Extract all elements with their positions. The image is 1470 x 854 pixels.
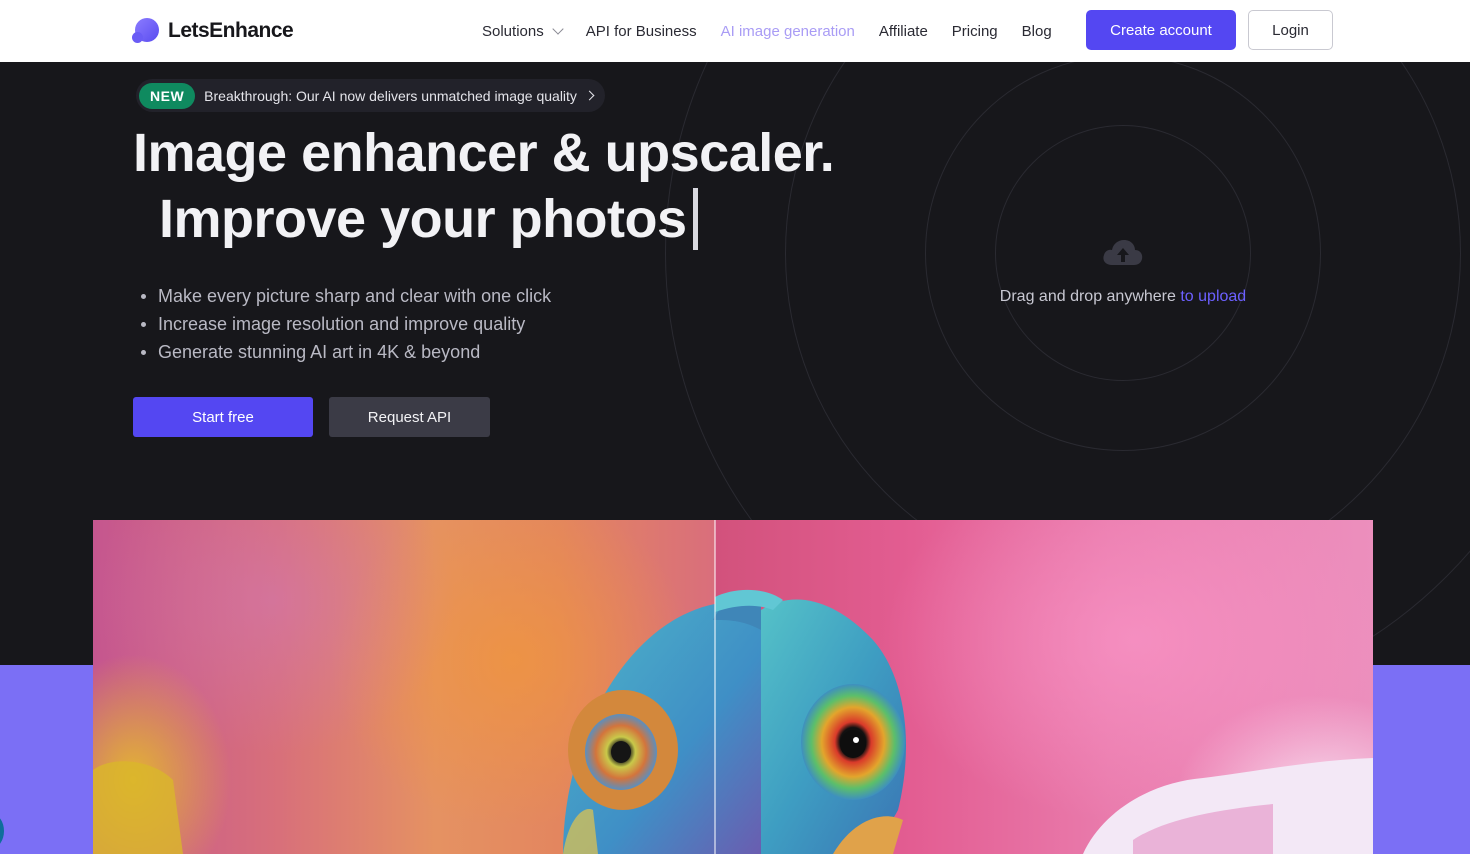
hero-subheadline: Improve your photos	[159, 186, 698, 252]
start-free-button[interactable]: Start free	[133, 397, 313, 437]
login-button[interactable]: Login	[1248, 10, 1333, 50]
nav-item-label: AI image generation	[720, 22, 855, 40]
comparison-slider-handle[interactable]	[714, 520, 716, 854]
brand-name: LetsEnhance	[168, 19, 294, 42]
cloud-upload-icon[interactable]	[1102, 238, 1144, 268]
before-after-comparison[interactable]	[93, 520, 1373, 854]
nav-item-solutions[interactable]: Solutions	[482, 22, 564, 40]
upload-link[interactable]: to upload	[1180, 288, 1246, 305]
feature-item: Increase image resolution and improve qu…	[140, 310, 551, 338]
hero-headline: Image enhancer & upscaler.	[133, 123, 835, 183]
top-navbar: LetsEnhance Solutions API for Business A…	[0, 0, 1470, 62]
announcement-text: Breakthrough: Our AI now delivers unmatc…	[204, 87, 577, 104]
new-badge: NEW	[139, 82, 196, 109]
nav-item-label: Solutions	[482, 22, 544, 40]
chameleon-illustration	[93, 589, 1373, 854]
nav-item-affiliate[interactable]: Affiliate	[879, 23, 928, 40]
chevron-right-icon	[584, 90, 595, 101]
nav-item-label: Affiliate	[878, 22, 928, 40]
logo-mark-icon	[132, 17, 160, 45]
hero-subheadline-text: Improve your photos	[159, 189, 687, 249]
chevron-down-icon	[552, 22, 564, 35]
request-api-button[interactable]: Request API	[329, 397, 490, 437]
nav-item-label: Pricing	[951, 22, 998, 40]
nav-item-label: API for Business	[585, 22, 697, 40]
nav-item-blog[interactable]: Blog	[1022, 23, 1052, 40]
feature-list: Make every picture sharp and clear with …	[140, 282, 551, 366]
nav-item-label: Blog	[1021, 22, 1052, 40]
upload-dropzone-text[interactable]: Drag and drop anywhere to upload	[990, 288, 1256, 306]
nav-item-api-for-business[interactable]: API for Business	[586, 23, 697, 40]
main-nav: Solutions API for Business AI image gene…	[482, 0, 1076, 62]
announcement-pill[interactable]: NEW Breakthrough: Our AI now delivers un…	[136, 79, 605, 112]
feature-item: Generate stunning AI art in 4K & beyond	[140, 338, 551, 366]
feature-item: Make every picture sharp and clear with …	[140, 282, 551, 310]
brand-logo[interactable]: LetsEnhance	[132, 16, 294, 46]
typing-caret	[692, 188, 698, 250]
nav-item-ai-image-generation[interactable]: AI image generation	[721, 23, 855, 40]
create-account-button[interactable]: Create account	[1086, 10, 1236, 50]
nav-item-pricing[interactable]: Pricing	[952, 23, 998, 40]
upload-text: Drag and drop anywhere	[999, 288, 1176, 305]
